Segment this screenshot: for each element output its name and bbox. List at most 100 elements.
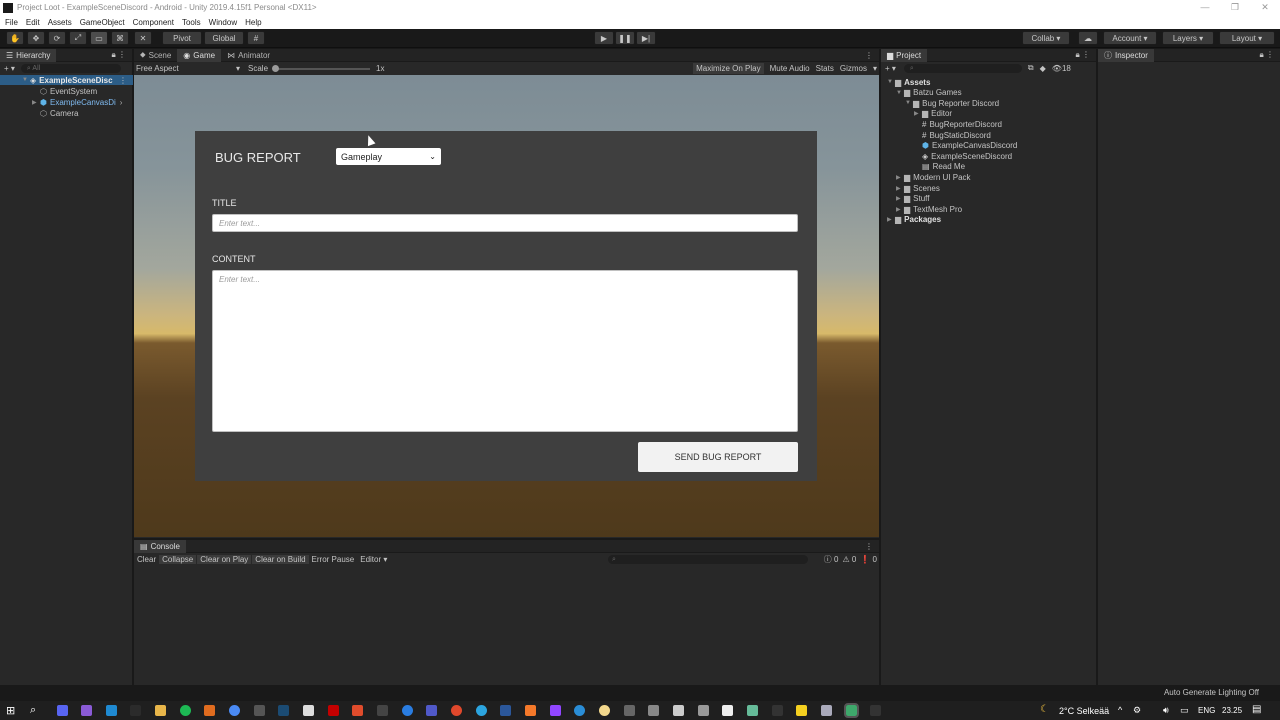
app-icon[interactable] bbox=[698, 705, 709, 716]
app-icon[interactable] bbox=[821, 705, 832, 716]
notifications-icon[interactable]: ▤ bbox=[1252, 704, 1261, 715]
steam-icon[interactable] bbox=[278, 705, 289, 716]
project-tree-item[interactable]: ▶ ▆ Editor bbox=[914, 109, 952, 119]
project-tree-item[interactable]: # BugReporterDiscord bbox=[914, 119, 1002, 129]
search-icon[interactable]: ⌕ bbox=[30, 704, 36, 717]
menu-help[interactable]: Help bbox=[245, 18, 261, 27]
kebab-menu-icon[interactable]: ⋮ bbox=[119, 76, 127, 85]
mute-audio-toggle[interactable]: Mute Audio bbox=[770, 64, 810, 73]
twitch-icon[interactable] bbox=[550, 705, 561, 716]
clear-button[interactable]: Clear bbox=[134, 555, 159, 564]
app-icon[interactable] bbox=[870, 705, 881, 716]
project-tree-item[interactable]: ▶ ▆ Packages bbox=[887, 215, 941, 225]
rotate-tool-icon[interactable]: ⟳ bbox=[48, 31, 66, 45]
error-pause-toggle[interactable]: Error Pause bbox=[309, 555, 358, 564]
expand-arrow-icon[interactable]: ▼ bbox=[887, 79, 895, 85]
scale-tool-icon[interactable]: ⤢ bbox=[69, 31, 87, 45]
info-count-toggle[interactable]: ⓘ 0 bbox=[824, 554, 839, 565]
layout-dropdown[interactable]: Layout ▾ bbox=[1219, 31, 1275, 45]
content-textarea[interactable]: Enter text... bbox=[212, 270, 798, 432]
create-asset-button[interactable]: + ▾ bbox=[885, 64, 896, 73]
expand-arrow-icon[interactable]: ▼ bbox=[896, 90, 904, 96]
pause-button[interactable]: ❚❚ bbox=[615, 31, 635, 45]
add-object-button[interactable]: + ▾ bbox=[4, 64, 15, 73]
language-indicator[interactable]: ENG bbox=[1198, 706, 1215, 715]
tab-console[interactable]: ▤ Console bbox=[134, 539, 186, 553]
filter-type-icon[interactable]: ⧉ bbox=[1028, 63, 1034, 73]
chrome-icon[interactable] bbox=[229, 705, 240, 716]
menu-component[interactable]: Component bbox=[133, 18, 174, 27]
vlc-icon[interactable] bbox=[204, 705, 215, 716]
collab-dropdown[interactable]: Collab ▾ bbox=[1022, 31, 1070, 45]
network-icon[interactable]: ▭ bbox=[1180, 705, 1189, 716]
app-icon[interactable] bbox=[599, 705, 610, 716]
kebab-menu-icon[interactable]: ⋮ bbox=[865, 51, 873, 60]
cloud-icon[interactable]: ☁ bbox=[1078, 31, 1098, 45]
tab-game[interactable]: ◉ Game bbox=[177, 48, 222, 62]
collapse-arrow-icon[interactable]: ▶ bbox=[896, 174, 904, 181]
terminal-icon[interactable] bbox=[130, 705, 141, 716]
warning-count-toggle[interactable]: ⚠ 0 bbox=[842, 555, 856, 564]
project-search-input[interactable]: ⌕ bbox=[903, 63, 1022, 73]
app-icon[interactable] bbox=[747, 705, 758, 716]
editor-dropdown[interactable]: Editor ▾ bbox=[357, 555, 390, 564]
collapse-arrow-icon[interactable]: ▶ bbox=[896, 195, 904, 202]
app-icon[interactable] bbox=[648, 705, 659, 716]
project-tree-item[interactable]: ▼ ▆ Bug Reporter Discord bbox=[905, 98, 999, 108]
media-app-icon[interactable] bbox=[254, 705, 265, 716]
teams-icon[interactable] bbox=[426, 705, 437, 716]
close-button[interactable]: ✕ bbox=[1250, 0, 1280, 15]
lock-icon[interactable]: 🔒︎ ⋮ bbox=[1076, 50, 1090, 60]
collapse-arrow-icon[interactable]: ▶ bbox=[914, 110, 922, 117]
active-app-icon[interactable] bbox=[844, 703, 859, 718]
epic-games-icon[interactable] bbox=[303, 705, 314, 716]
hierarchy-item-canvas[interactable]: ▶ ⬢ ExampleCanvasDi › bbox=[32, 97, 122, 107]
menu-file[interactable]: File bbox=[5, 18, 18, 27]
browser-icon[interactable] bbox=[402, 705, 413, 716]
grid-snap-icon[interactable]: # bbox=[247, 31, 265, 45]
tab-project[interactable]: ▆ Project bbox=[881, 48, 928, 62]
weather-text[interactable]: 2°C Selkeää bbox=[1059, 706, 1109, 716]
app-icon[interactable] bbox=[624, 705, 635, 716]
tab-scene[interactable]: ⬥ Scene bbox=[134, 49, 177, 62]
menu-edit[interactable]: Edit bbox=[26, 18, 40, 27]
project-tree-item[interactable]: ▼ ▆ Batzu Games bbox=[896, 88, 962, 98]
tray-chevron-icon[interactable]: ^ bbox=[1118, 705, 1122, 715]
windows-start-icon[interactable]: ⊞ bbox=[6, 704, 15, 717]
pivot-toggle[interactable]: Pivot bbox=[162, 31, 202, 45]
tab-animator[interactable]: ⋈ Animator bbox=[221, 49, 276, 62]
blender-icon[interactable] bbox=[525, 705, 536, 716]
lock-icon[interactable]: 🔒︎ ⋮ bbox=[1260, 50, 1274, 60]
title-input[interactable]: Enter text... bbox=[212, 214, 798, 232]
app-icon[interactable] bbox=[451, 705, 462, 716]
menu-tools[interactable]: Tools bbox=[182, 18, 201, 27]
gizmos-toggle[interactable]: Gizmos bbox=[840, 64, 867, 73]
app-icon[interactable] bbox=[772, 705, 783, 716]
kebab-menu-icon[interactable]: ⋮ bbox=[865, 542, 873, 551]
maximize-on-play-toggle[interactable]: Maximize On Play bbox=[693, 63, 764, 74]
app-icon[interactable] bbox=[574, 705, 585, 716]
visual-studio-icon[interactable] bbox=[81, 705, 92, 716]
menu-gameobject[interactable]: GameObject bbox=[80, 18, 125, 27]
play-button[interactable]: ▶ bbox=[594, 31, 614, 45]
send-bug-report-button[interactable]: SEND BUG REPORT bbox=[638, 442, 798, 472]
clear-on-play-toggle[interactable]: Clear on Play bbox=[197, 555, 252, 564]
step-button[interactable]: ▶| bbox=[636, 31, 656, 45]
hand-tool-icon[interactable]: ✋ bbox=[6, 31, 24, 45]
collapse-arrow-icon[interactable]: ▶ bbox=[896, 206, 904, 213]
discord-icon[interactable] bbox=[57, 705, 68, 716]
rect-tool-icon[interactable]: ▭ bbox=[90, 31, 108, 45]
hierarchy-search-input[interactable]: ⌕ All bbox=[20, 63, 121, 73]
spotify-icon[interactable] bbox=[180, 705, 191, 716]
chevron-right-icon[interactable]: › bbox=[120, 98, 123, 107]
calculator-icon[interactable] bbox=[377, 705, 388, 716]
collapse-arrow-icon[interactable]: ▶ bbox=[887, 216, 895, 223]
volume-icon[interactable]: 🔊︎ bbox=[1163, 705, 1169, 716]
maximize-button[interactable]: ❐ bbox=[1220, 0, 1250, 15]
layers-dropdown[interactable]: Layers ▾ bbox=[1162, 31, 1214, 45]
project-tree-item[interactable]: ▶ ▆ Modern UI Pack bbox=[896, 172, 971, 182]
menu-assets[interactable]: Assets bbox=[48, 18, 72, 27]
telegram-icon[interactable] bbox=[476, 705, 487, 716]
category-dropdown[interactable]: Gameplay ⌄ bbox=[336, 148, 441, 165]
file-explorer-icon[interactable] bbox=[155, 705, 166, 716]
